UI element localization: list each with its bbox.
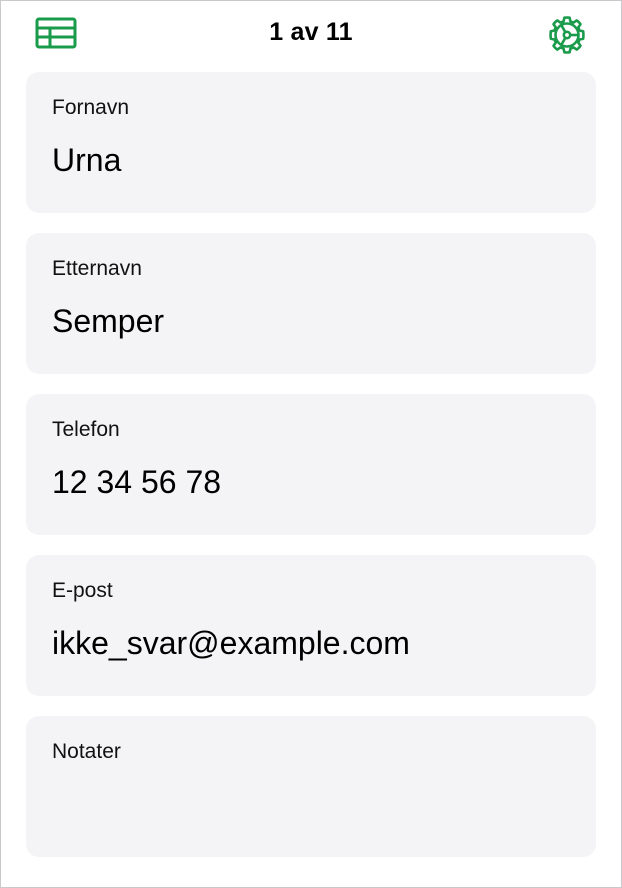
field-email[interactable]: E-post ikke_svar@example.com: [26, 555, 596, 696]
field-value[interactable]: ikke_svar@example.com: [52, 623, 570, 663]
field-value[interactable]: [52, 784, 570, 824]
field-label: Fornavn: [52, 96, 130, 119]
top-bar: 1 av 11: [0, 0, 622, 66]
field-first-name[interactable]: Fornavn Urna: [26, 72, 596, 213]
field-last-name[interactable]: Etternavn Semper: [26, 233, 596, 374]
record-counter: 1 av 11: [269, 18, 353, 46]
field-label: Notater: [52, 740, 121, 763]
field-phone[interactable]: Telefon 12 34 56 78: [26, 394, 596, 535]
field-notes[interactable]: Notater: [26, 716, 596, 857]
settings-button[interactable]: [544, 12, 590, 58]
field-value[interactable]: Semper: [52, 301, 570, 341]
gear-icon: [549, 16, 585, 54]
field-label: Telefon: [52, 418, 120, 441]
record-fields: Fornavn Urna Etternavn Semper Telefon 12…: [26, 72, 596, 877]
field-value[interactable]: 12 34 56 78: [52, 462, 570, 502]
field-label: E-post: [52, 579, 113, 602]
field-label: Etternavn: [52, 257, 142, 280]
field-value[interactable]: Urna: [52, 140, 570, 180]
